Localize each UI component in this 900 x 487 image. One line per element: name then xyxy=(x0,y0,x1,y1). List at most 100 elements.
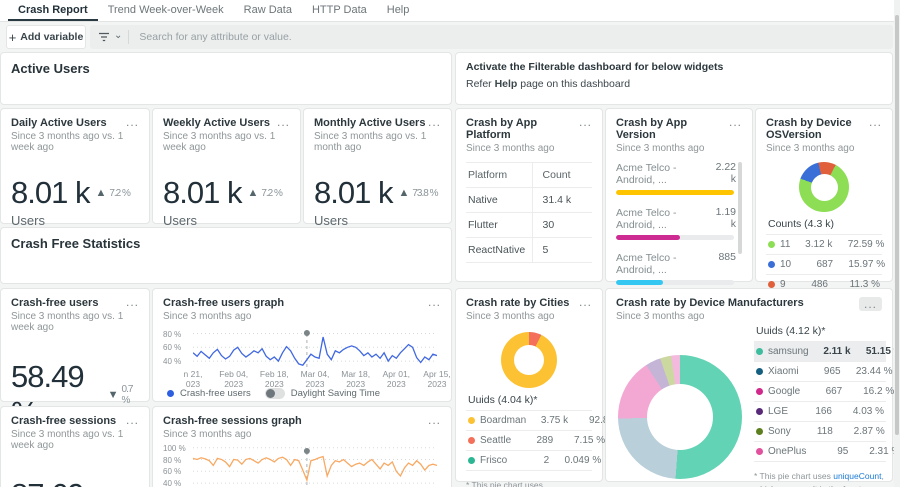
search-input[interactable] xyxy=(137,30,885,44)
legend-row[interactable]: Sony 118 2.87 % xyxy=(754,422,886,442)
legend-row[interactable]: 11 3.12 k 72.59 % xyxy=(766,235,884,255)
search-bar[interactable]: ⌄ xyxy=(90,25,893,49)
tab-trend-week-over-week[interactable]: Trend Week-over-Week xyxy=(98,0,234,21)
widget-menu-button[interactable]: ... xyxy=(579,296,592,308)
sessions-line-chart[interactable] xyxy=(192,446,438,486)
col-platform[interactable]: Platform xyxy=(466,163,532,187)
add-variable-label: Add variable xyxy=(20,31,84,43)
osversion-donut-chart[interactable] xyxy=(799,162,849,212)
divider xyxy=(128,30,130,44)
legend-dot xyxy=(756,408,763,415)
widget-title: Monthly Active Users xyxy=(314,117,426,129)
legend-dot xyxy=(756,368,763,375)
widget-subtitle: Since 3 months ago xyxy=(616,143,705,154)
widget-subtitle: Since 3 months ago xyxy=(466,143,555,154)
section-title-active-users: Active Users xyxy=(11,61,90,76)
widget-menu-button[interactable]: ... xyxy=(428,414,441,426)
x-axis-tick: Apr 01, 2023 xyxy=(382,369,411,389)
y-axis-tick: 40 % xyxy=(163,479,182,487)
series-dot[interactable] xyxy=(167,390,174,397)
widget-crash-by-app-version: Crash by App Version Since 3 months ago … xyxy=(605,108,753,285)
widget-menu-button[interactable]: ... xyxy=(579,116,592,128)
uniquecount-link[interactable]: uniqueCount xyxy=(833,471,881,481)
series-label[interactable]: Crash-free users xyxy=(180,388,251,399)
widget-menu-button[interactable]: ... xyxy=(428,116,441,128)
legend-label: Xiaomi xyxy=(768,366,799,377)
manufacturers-donut-chart[interactable] xyxy=(618,355,742,479)
bar-row[interactable]: Acme Telco -Android, ... 2.22 k xyxy=(616,160,742,195)
daylight-saving-toggle[interactable] xyxy=(264,388,285,399)
page-scrollbar[interactable] xyxy=(894,0,900,487)
widget-title: Crash rate by Device Manufacturers xyxy=(616,297,804,309)
tab-crash-report[interactable]: Crash Report xyxy=(8,0,98,21)
filterable-note-card: Activate the Filterable dashboard for be… xyxy=(455,52,893,105)
line-chart-svg xyxy=(192,447,438,486)
legend-table: samsung 2.11 k 51.15 % Xiaomi 965 23.44 … xyxy=(754,341,900,462)
widget-menu-button[interactable]: ... xyxy=(858,297,882,311)
widget-menu-button[interactable]: ... xyxy=(126,414,139,426)
line-chart-area[interactable]: 40 % 60 % 80 % n 21, 023 Feb 04, 2023 Feb 18, 2… xyxy=(163,328,451,389)
widget-menu-button[interactable]: ... xyxy=(729,116,742,128)
legend-row[interactable]: Boardman 3.75 k 92.8 % xyxy=(466,411,620,431)
table-header-row: Platform Count xyxy=(466,163,592,188)
legend-dot xyxy=(468,417,475,424)
toggle-label: Daylight Saving Time xyxy=(290,388,380,399)
widget-menu-button[interactable]: ... xyxy=(428,296,441,308)
hover-marker-dot xyxy=(303,448,310,454)
platform-table: Platform Count Native 31.4 k Flutter 30 … xyxy=(466,162,592,263)
widget-subtitle: Since 3 months ago vs. 1 week ago xyxy=(11,131,124,153)
cities-donut-chart[interactable] xyxy=(501,332,557,388)
legend-row[interactable]: Xiaomi 965 23.44 % xyxy=(754,362,893,382)
legend-row[interactable]: LGE 166 4.03 % xyxy=(754,402,886,422)
widget-crash-free-users-graph: Crash-free users graph Since 3 months ag… xyxy=(152,288,452,402)
y-axis-tick: 40 % xyxy=(163,357,182,367)
chevron-down-icon[interactable]: ⌄ xyxy=(114,30,122,41)
tab-raw-data[interactable]: Raw Data xyxy=(234,0,302,21)
widget-subtitle: Since 3 months ago xyxy=(766,143,855,154)
legend-value: 2 xyxy=(543,455,550,466)
legend-row[interactable]: Google 667 16.2 % xyxy=(754,382,894,402)
legend-value: 687 xyxy=(816,259,834,270)
line-chart-area[interactable]: 40 %60 %80 %100 % n 21,2023Feb 04,2023Fe… xyxy=(163,444,441,487)
bar-fill xyxy=(616,280,664,285)
users-line-chart[interactable] xyxy=(192,328,438,368)
widget-subtitle: Since 3 months ago xyxy=(163,429,252,440)
widget-subtitle: Since 3 months ago vs. 1 month ago xyxy=(314,131,427,153)
delta-value: 73.8 % xyxy=(412,187,438,199)
widget-menu-button[interactable]: ... xyxy=(869,116,882,128)
col-count[interactable]: Count xyxy=(531,163,592,187)
widget-crash-by-app-platform: Crash by App Platform Since 3 months ago… xyxy=(455,108,603,282)
bar-row[interactable]: Acme Telco -Android, ... 1.19 k xyxy=(616,205,742,240)
x-axis-tick: Apr 15, 2023 xyxy=(423,369,451,389)
filterable-note-title: Activate the Filterable dashboard for be… xyxy=(466,61,724,73)
widget-menu-button[interactable]: ... xyxy=(277,116,290,128)
delta-up-icon: ▲ xyxy=(95,187,106,199)
widget-title: Crash by App Platform xyxy=(466,117,538,141)
widget-scrollbar[interactable] xyxy=(738,162,742,254)
widget-title: Crash-free sessions graph xyxy=(163,415,302,427)
legend-row[interactable]: OnePlus 95 2.31 % xyxy=(754,442,900,462)
filter-icon[interactable] xyxy=(98,32,110,42)
widget-menu-button[interactable]: ... xyxy=(126,116,139,128)
legend-row[interactable]: Seattle 289 7.15 % xyxy=(466,431,605,451)
table-row[interactable]: ReactNative 5 xyxy=(466,238,592,263)
legend-row[interactable]: Frisco 2 0.049 % xyxy=(466,451,601,471)
y-axis-labels: 40 % 60 % 80 % 100 % xyxy=(163,444,189,487)
legend-value: 3.75 k xyxy=(540,415,569,426)
widget-menu-button[interactable]: ... xyxy=(126,296,139,308)
table-row[interactable]: Flutter 30 xyxy=(466,213,592,238)
scrollbar-thumb[interactable] xyxy=(895,15,899,435)
legend-label: 10 xyxy=(780,259,792,270)
tab-http-data[interactable]: HTTP Data xyxy=(302,0,377,21)
legend-row[interactable]: samsung 2.11 k 51.15 % xyxy=(754,342,900,362)
table-row[interactable]: Native 31.4 k xyxy=(466,188,592,213)
widget-crash-by-device-osversion: Crash by Device OSVersion Since 3 months… xyxy=(755,108,893,315)
y-axis-tick: 80 % xyxy=(163,455,182,465)
tab-help[interactable]: Help xyxy=(377,0,420,21)
bar-row[interactable]: Acme Telco -Android, ... 885 xyxy=(616,250,742,285)
legend-pct: 0.049 % xyxy=(564,455,602,466)
bar-track xyxy=(616,190,734,195)
bar-list: Acme Telco -Android, ... 2.22 k Acme Tel… xyxy=(616,160,742,286)
legend-row[interactable]: 10 687 15.97 % xyxy=(766,255,885,275)
add-variable-button[interactable]: + Add variable xyxy=(6,25,86,49)
